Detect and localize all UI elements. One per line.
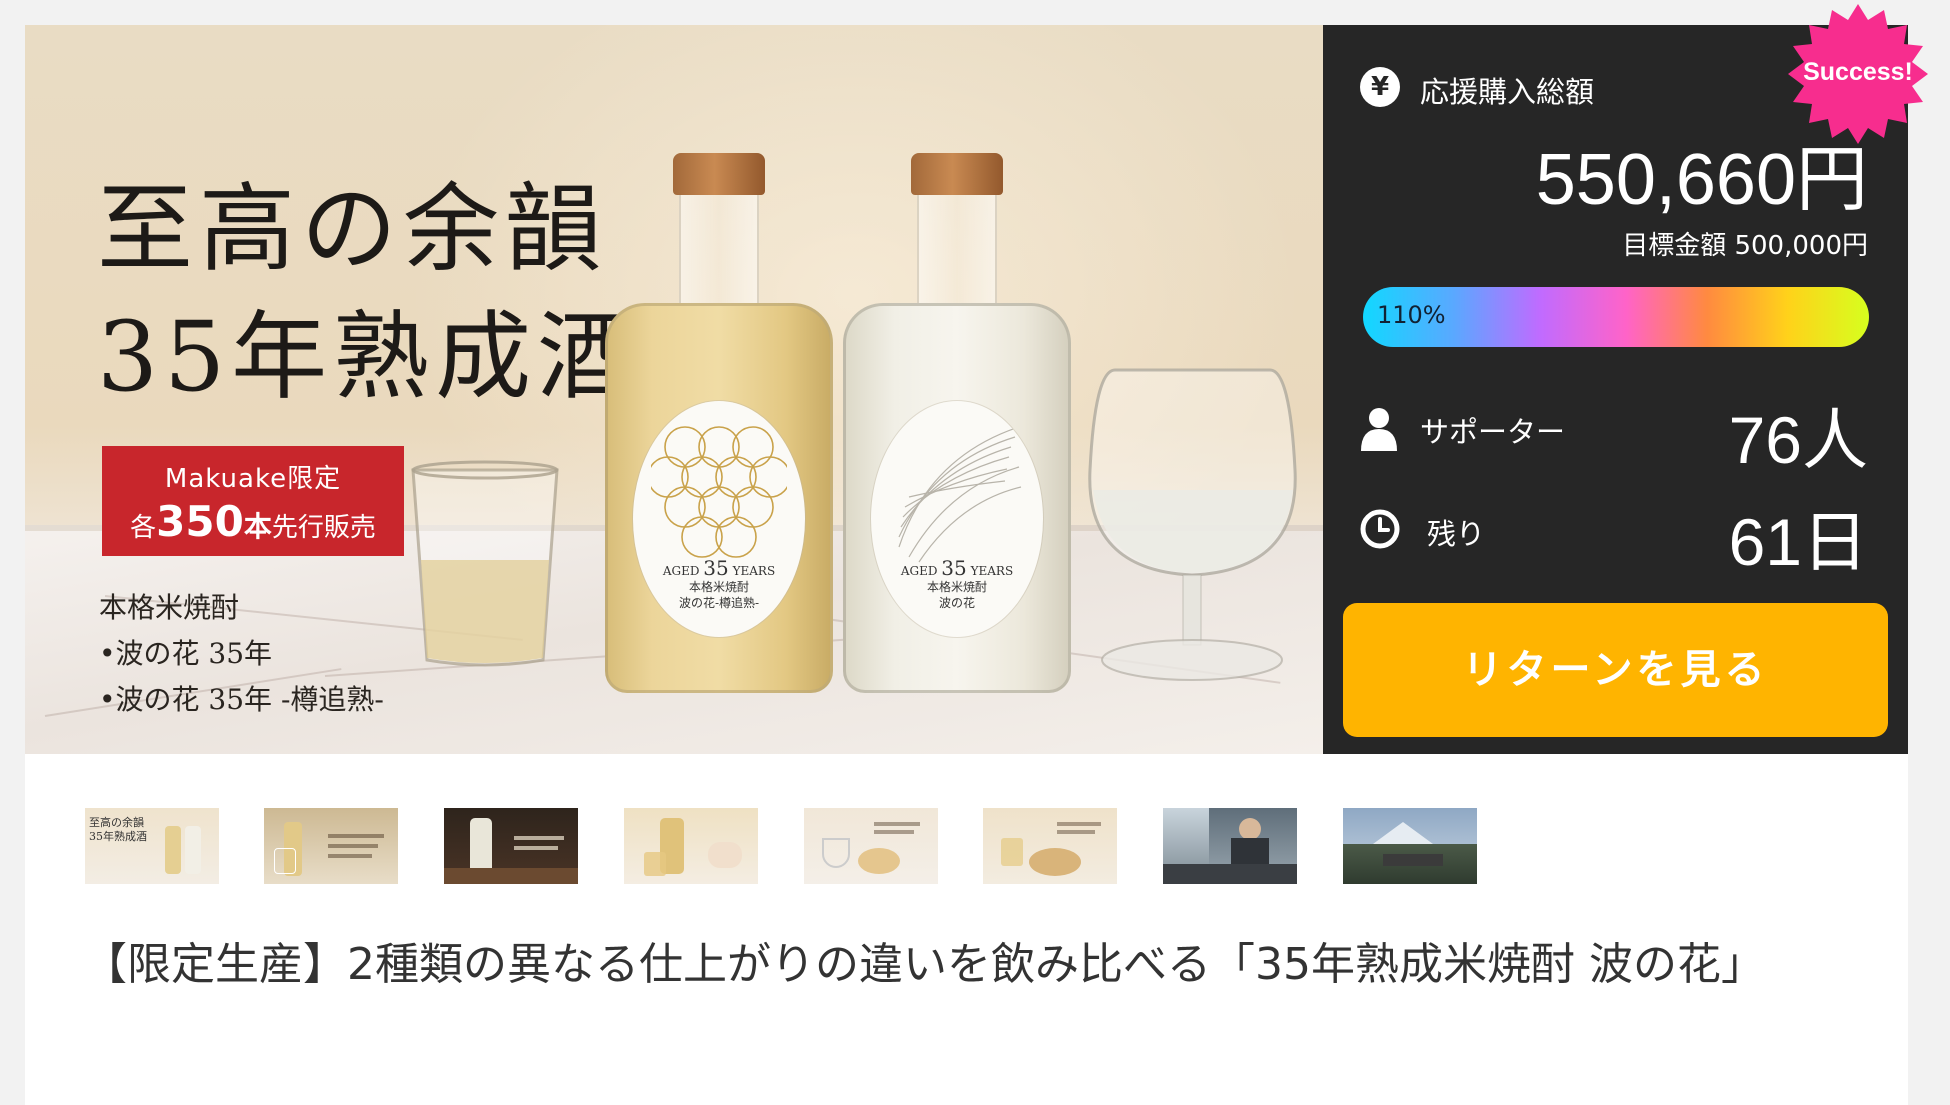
goal-amount: 目標金額 500,000円 xyxy=(1622,231,1868,261)
project-title: 【限定生産】2種類の異なる仕上がりの違いを飲み比べる「35年熟成米焼酎 波の花」 xyxy=(83,939,1765,990)
thumbnail-8[interactable] xyxy=(1343,808,1477,884)
progress-percent: 110% xyxy=(1377,301,1446,329)
product-line: •波の花 35年 -樽追熟- xyxy=(99,683,384,716)
badge-prefix: 各 xyxy=(130,513,157,543)
brandy-glass xyxy=(1085,350,1300,690)
hero-product-list: 本格米焼酎 •波の花 35年 •波の花 35年 -樽追熟- xyxy=(99,585,384,723)
thumbnail-7[interactable] xyxy=(1163,808,1297,884)
project-page: 至高の余韻 35年熟成酒 Makuake限定 各350本先行販売 本格米焼酎 •… xyxy=(0,0,1950,1105)
badge-suffix: 先行販売 xyxy=(271,513,376,543)
product-line: •波の花 35年 xyxy=(99,637,273,670)
bottle-label-text: AGED 35 YEARS 本格米焼酎 波の花-樽追熟- xyxy=(662,556,776,610)
badge-line1: Makuake限定 xyxy=(164,464,342,494)
thumbnail-4[interactable] xyxy=(624,808,758,884)
clock-icon xyxy=(1359,508,1401,550)
project-info: 至高の余韻 35年熟成酒 【限定生産】2種類の異なる仕上がりの違いを飲み比べる「… xyxy=(25,754,1908,1105)
bottle-aged-cask: AGED 35 YEARS 本格米焼酎 波の花-樽追熟- xyxy=(605,153,833,693)
wave-line-pattern xyxy=(898,426,1022,563)
thumbnail-1[interactable]: 至高の余韻 35年熟成酒 xyxy=(85,808,219,884)
bottle-label-text: AGED 35 YEARS 本格米焼酎 波の花 xyxy=(900,556,1014,610)
thumbnail-3[interactable] xyxy=(444,808,578,884)
thumbnail-2[interactable] xyxy=(264,808,398,884)
success-label: Success! xyxy=(1803,58,1913,86)
hero-image[interactable]: 至高の余韻 35年熟成酒 Makuake限定 各350本先行販売 本格米焼酎 •… xyxy=(25,25,1323,754)
badge-line2: 各350本先行販売 xyxy=(102,497,404,546)
tumbler-glass xyxy=(405,460,565,670)
thumbnail-caption: 至高の余韻 35年熟成酒 xyxy=(89,816,147,843)
remaining-days: 61日 xyxy=(1728,505,1868,579)
thumbnail-6[interactable] xyxy=(983,808,1117,884)
view-returns-button[interactable]: リターンを見る xyxy=(1343,603,1888,737)
remaining-label: 残り xyxy=(1427,517,1486,551)
thumbnail-5[interactable] xyxy=(804,808,938,884)
total-label: 応援購入総額 xyxy=(1420,75,1595,109)
success-badge: Success! xyxy=(1788,4,1928,144)
product-line: 本格米焼酎 xyxy=(99,591,240,624)
badge-number: 350 xyxy=(156,497,244,546)
supporters-count: 76人 xyxy=(1728,403,1868,477)
bottle-original: AGED 35 YEARS 本格米焼酎 波の花 xyxy=(843,153,1071,693)
badge-unit: 本 xyxy=(243,510,272,543)
yen-icon: ¥ xyxy=(1360,67,1400,107)
hero-title: 至高の余韻 35年熟成酒 xyxy=(97,173,640,413)
supporters-label: サポーター xyxy=(1420,415,1566,449)
limited-sale-badge: Makuake限定 各350本先行販売 xyxy=(102,446,404,556)
gold-lattice-pattern xyxy=(651,426,787,558)
progress-bar: 110% xyxy=(1363,287,1869,347)
person-icon xyxy=(1361,407,1397,451)
